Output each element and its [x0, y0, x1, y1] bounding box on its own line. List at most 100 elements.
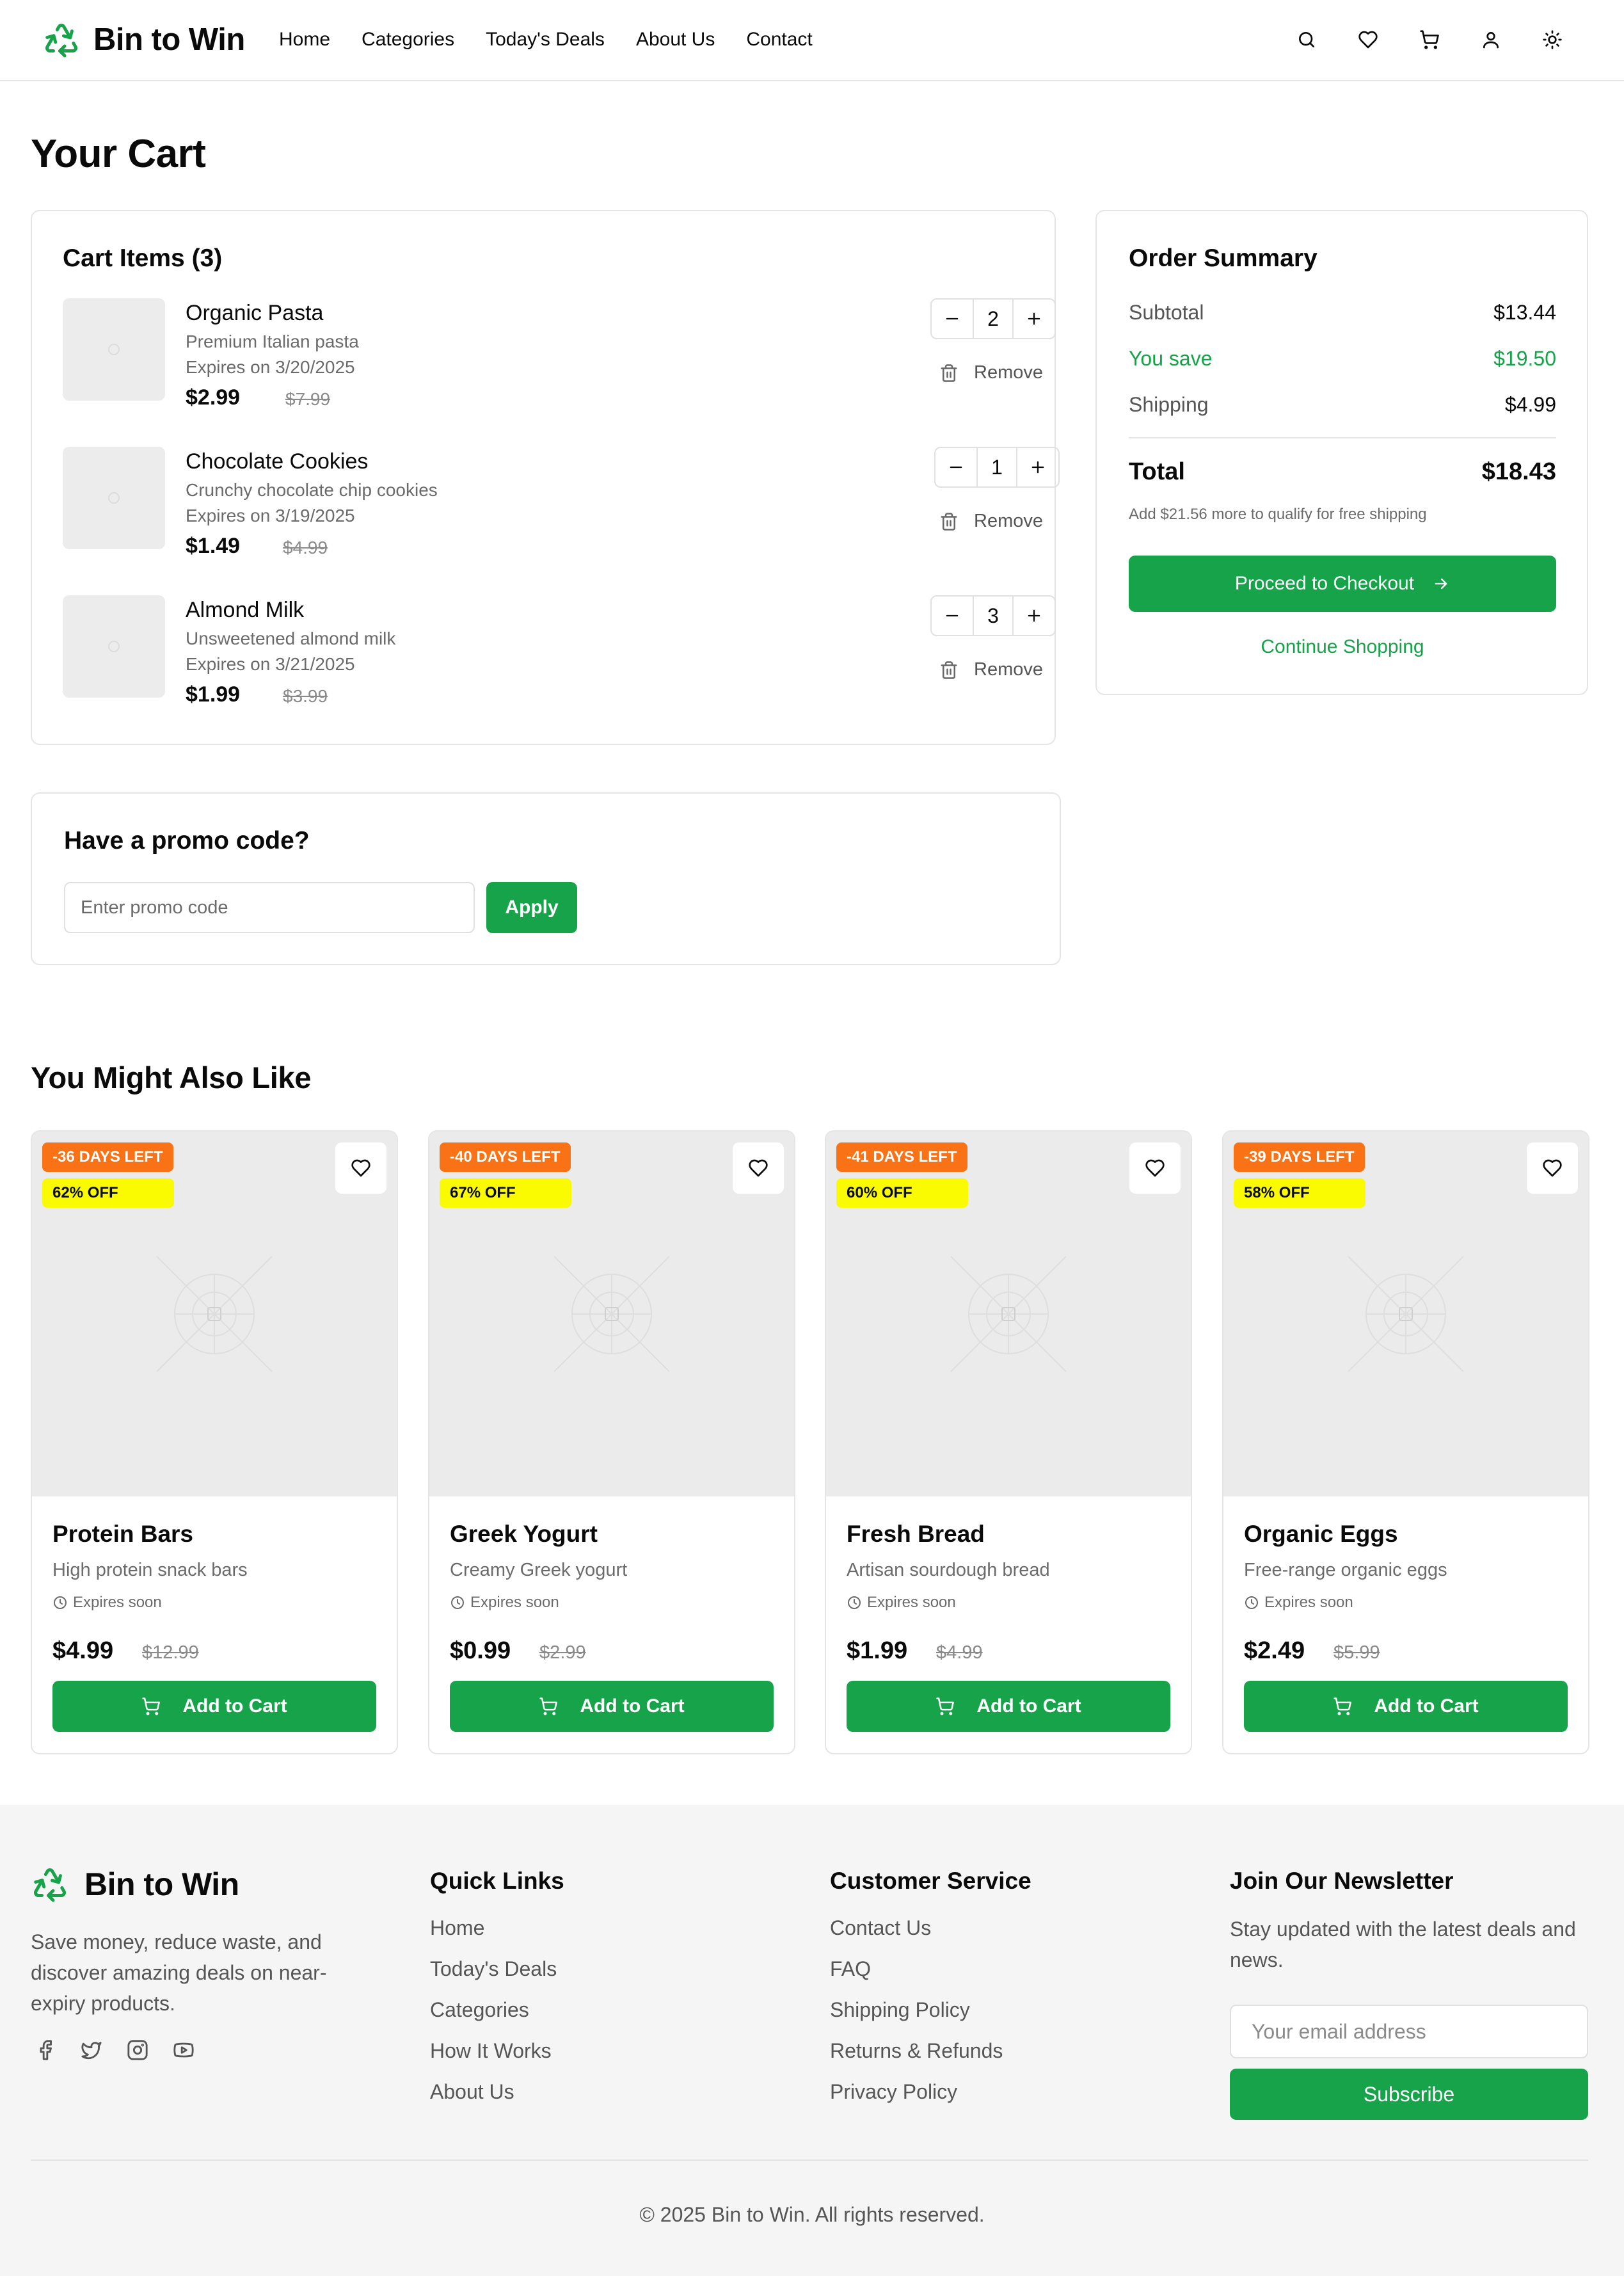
- product-name: Protein Bars: [52, 1521, 194, 1547]
- add-to-cart-button[interactable]: Add to Cart: [1244, 1681, 1568, 1732]
- subtotal-label: Subtotal: [1129, 301, 1204, 324]
- add-to-cart-button[interactable]: Add to Cart: [52, 1681, 376, 1732]
- minus-icon: [950, 466, 962, 469]
- add-to-cart-label: Add to Cart: [976, 1695, 1081, 1717]
- product-name: Greek Yogurt: [450, 1521, 598, 1547]
- nav-about-us[interactable]: About Us: [636, 29, 715, 51]
- remove-item-button[interactable]: Remove: [939, 659, 1043, 680]
- product-description: Artisan sourdough bread: [847, 1560, 1050, 1580]
- item-description: Unsweetened almond milk: [186, 629, 396, 648]
- footer-link-categories[interactable]: Categories: [430, 1996, 564, 2037]
- days-left-badge: -40 DAYS LEFT: [440, 1142, 571, 1172]
- item-name: Chocolate Cookies: [186, 449, 369, 474]
- newsletter-email-input[interactable]: [1230, 2005, 1588, 2058]
- checkout-button[interactable]: Proceed to Checkout: [1129, 556, 1556, 612]
- item-price: $1.99: [186, 682, 241, 707]
- account-button[interactable]: [1477, 26, 1505, 54]
- add-to-wishlist-button[interactable]: [335, 1142, 386, 1194]
- footer-brand[interactable]: Bin to Win: [31, 1864, 239, 1905]
- nav-todays-deals[interactable]: Today's Deals: [486, 29, 605, 51]
- sun-icon: [1543, 30, 1562, 49]
- product-price: $2.49: [1244, 1637, 1305, 1664]
- minus-icon: [946, 317, 959, 320]
- page-title: Your Cart: [31, 132, 206, 176]
- youtube-link[interactable]: [170, 2037, 197, 2064]
- add-to-wishlist-button[interactable]: [1129, 1142, 1181, 1194]
- product-card: -39 DAYS LEFT 58% OFF Organic Eggs Free-…: [1222, 1130, 1589, 1754]
- subscribe-button[interactable]: Subscribe: [1230, 2069, 1588, 2120]
- minus-icon: [946, 614, 959, 617]
- nav-home[interactable]: Home: [279, 29, 330, 51]
- apply-promo-button[interactable]: Apply: [486, 882, 577, 933]
- site-footer: Bin to Win Save money, reduce waste, and…: [0, 1805, 1624, 2276]
- promo-code-input[interactable]: [64, 882, 475, 933]
- product-name: Fresh Bread: [847, 1521, 985, 1547]
- quantity-value[interactable]: 3: [973, 597, 1014, 635]
- decrease-quantity-button[interactable]: [932, 300, 973, 338]
- increase-quantity-button[interactable]: [1014, 597, 1055, 635]
- discount-badge: 58% OFF: [1234, 1178, 1365, 1208]
- continue-shopping-link[interactable]: Continue Shopping: [1129, 636, 1556, 658]
- product-expiry: Expires soon: [1244, 1594, 1353, 1612]
- theme-toggle-button[interactable]: [1538, 26, 1566, 54]
- add-to-wishlist-button[interactable]: [1527, 1142, 1578, 1194]
- quantity-value[interactable]: 2: [973, 300, 1014, 338]
- image-placeholder-icon: [1348, 1256, 1464, 1372]
- product-card: -40 DAYS LEFT 67% OFF Greek Yogurt Cream…: [428, 1130, 795, 1754]
- remove-item-button[interactable]: Remove: [939, 362, 1043, 383]
- subtotal-row: Subtotal $13.44: [1129, 301, 1556, 325]
- add-to-cart-label: Add to Cart: [580, 1695, 685, 1717]
- search-button[interactable]: [1293, 26, 1321, 54]
- footer-link-shipping-policy[interactable]: Shipping Policy: [830, 1996, 1031, 2037]
- summary-divider: [1129, 437, 1556, 438]
- site-header: Bin to Win Home Categories Today's Deals…: [0, 0, 1624, 81]
- product-description: Free-range organic eggs: [1244, 1560, 1447, 1580]
- increase-quantity-button[interactable]: [1017, 448, 1058, 486]
- cart-button[interactable]: [1415, 26, 1444, 54]
- wishlist-button[interactable]: [1354, 26, 1382, 54]
- subtotal-value: $13.44: [1493, 301, 1556, 324]
- cart-item: Chocolate Cookies Crunchy chocolate chip…: [63, 447, 1060, 572]
- clock-icon: [848, 1596, 861, 1609]
- add-to-cart-button[interactable]: Add to Cart: [450, 1681, 774, 1732]
- product-card: -41 DAYS LEFT 60% OFF Fresh Bread Artisa…: [825, 1130, 1192, 1754]
- footer-link-faq[interactable]: FAQ: [830, 1955, 1031, 1996]
- item-expiry: Expires on 3/19/2025: [186, 506, 355, 525]
- footer-link-todays-deals[interactable]: Today's Deals: [430, 1955, 564, 1996]
- product-name: Organic Eggs: [1244, 1521, 1398, 1547]
- quick-links-column: Quick Links Home Today's Deals Categorie…: [430, 1868, 564, 2119]
- footer-link-home[interactable]: Home: [430, 1914, 564, 1955]
- item-expiry: Expires on 3/21/2025: [186, 654, 355, 674]
- remove-label: Remove: [974, 362, 1043, 383]
- discount-badge: 67% OFF: [440, 1178, 571, 1208]
- footer-link-contact-us[interactable]: Contact Us: [830, 1914, 1031, 1955]
- footer-link-returns-refunds[interactable]: Returns & Refunds: [830, 2037, 1031, 2078]
- decrease-quantity-button[interactable]: [935, 448, 976, 486]
- decrease-quantity-button[interactable]: [932, 597, 973, 635]
- twitter-link[interactable]: [78, 2037, 105, 2064]
- recycle-logo-icon: [45, 23, 77, 58]
- add-to-wishlist-button[interactable]: [733, 1142, 784, 1194]
- product-expiry: Expires soon: [847, 1594, 956, 1612]
- expiry-label: Expires soon: [470, 1594, 559, 1611]
- instagram-link[interactable]: [124, 2037, 151, 2064]
- nav-categories[interactable]: Categories: [362, 29, 454, 51]
- remove-item-button[interactable]: Remove: [939, 511, 1043, 532]
- footer-link-how-it-works[interactable]: How It Works: [430, 2037, 564, 2078]
- plus-icon: [1028, 312, 1040, 325]
- footer-link-about-us[interactable]: About Us: [430, 2078, 564, 2119]
- free-shipping-note: Add $21.56 more to qualify for free ship…: [1129, 506, 1427, 523]
- footer-link-privacy-policy[interactable]: Privacy Policy: [830, 2078, 1031, 2119]
- brand-home-link[interactable]: Bin to Win: [42, 19, 245, 60]
- product-image: -41 DAYS LEFT 60% OFF: [826, 1132, 1191, 1496]
- item-description: Crunchy chocolate chip cookies: [186, 480, 438, 500]
- increase-quantity-button[interactable]: [1014, 300, 1055, 338]
- discount-badge: 60% OFF: [836, 1178, 968, 1208]
- quantity-value[interactable]: 1: [976, 448, 1017, 486]
- add-to-cart-button[interactable]: Add to Cart: [847, 1681, 1170, 1732]
- nav-contact[interactable]: Contact: [746, 29, 812, 51]
- product-image: -36 DAYS LEFT 62% OFF: [32, 1132, 397, 1496]
- facebook-link[interactable]: [32, 2037, 59, 2064]
- image-placeholder-icon: [950, 1256, 1067, 1372]
- quick-links-title: Quick Links: [430, 1868, 564, 1894]
